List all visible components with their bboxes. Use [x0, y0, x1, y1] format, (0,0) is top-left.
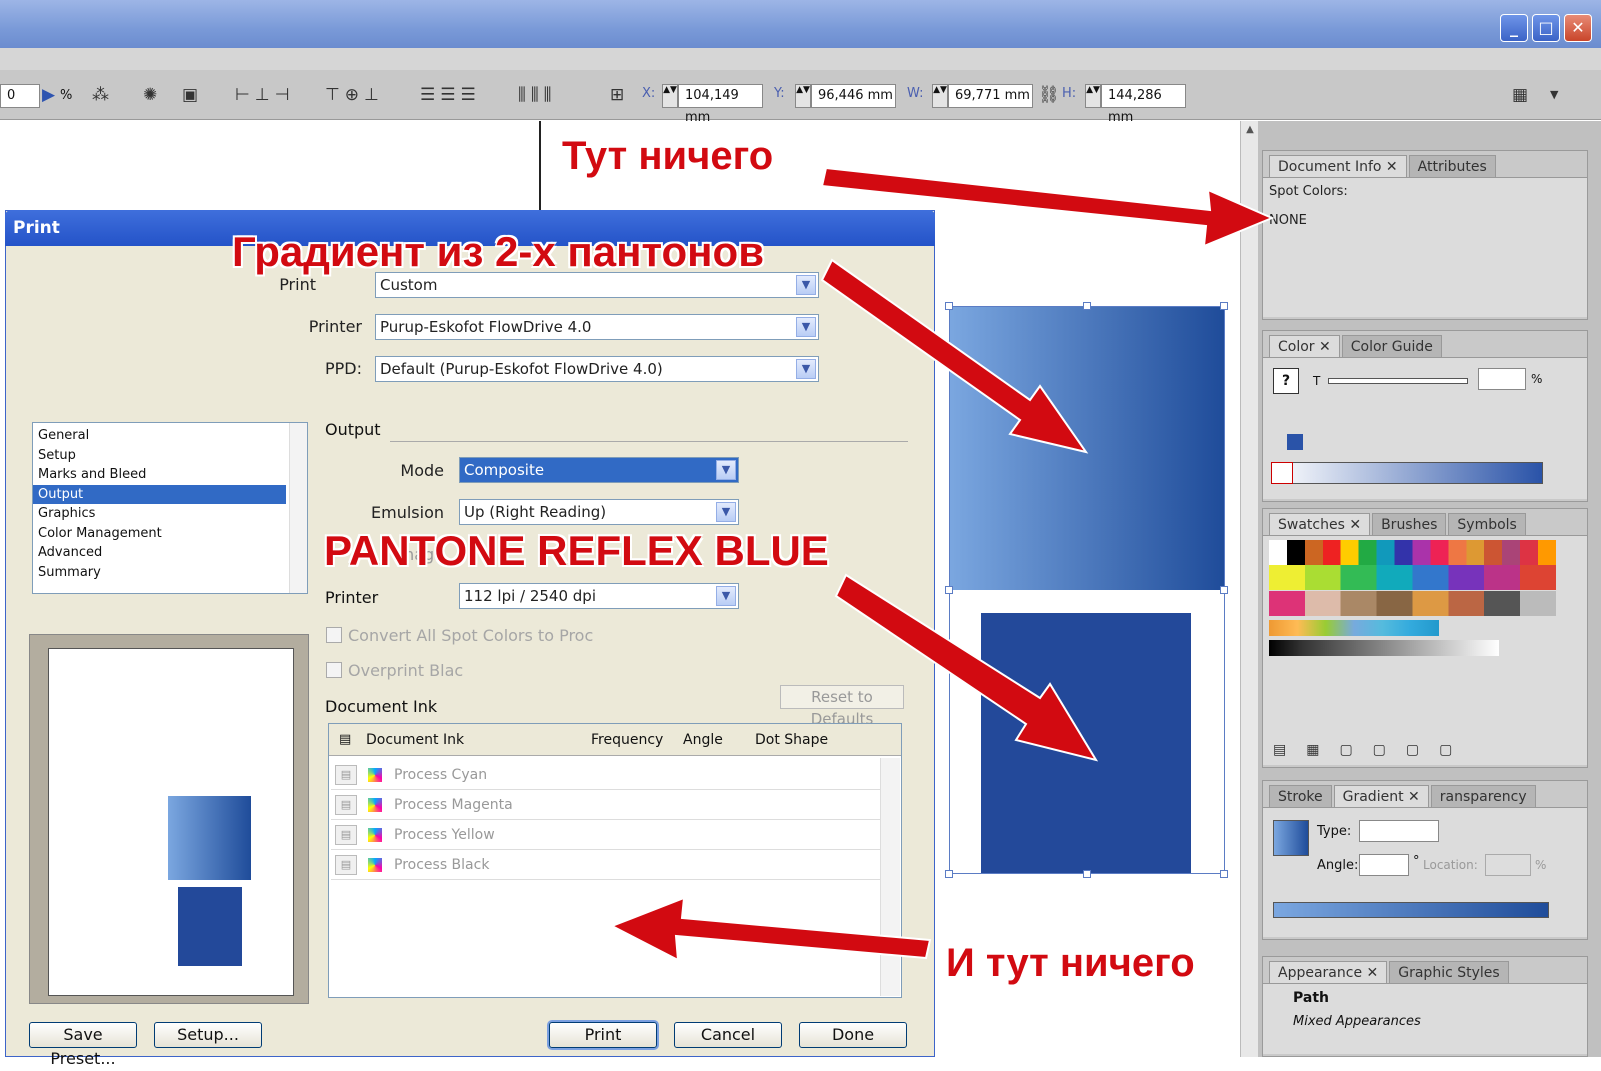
arrow-to-reflex-blue	[834, 573, 1099, 762]
arrow-to-gradient	[820, 258, 1089, 454]
annotation-and-nothing: И тут ничего	[946, 941, 1195, 985]
arrow-to-spot-colors	[820, 166, 1275, 248]
arrow-to-ink-list	[609, 896, 932, 962]
annotation-reflex-blue: PANTONE REFLEX BLUE	[324, 527, 829, 574]
annotation-gradient-two: Градиент из 2-х пантонов	[232, 228, 765, 275]
annotation-nothing-here: Тут ничего	[562, 134, 774, 178]
